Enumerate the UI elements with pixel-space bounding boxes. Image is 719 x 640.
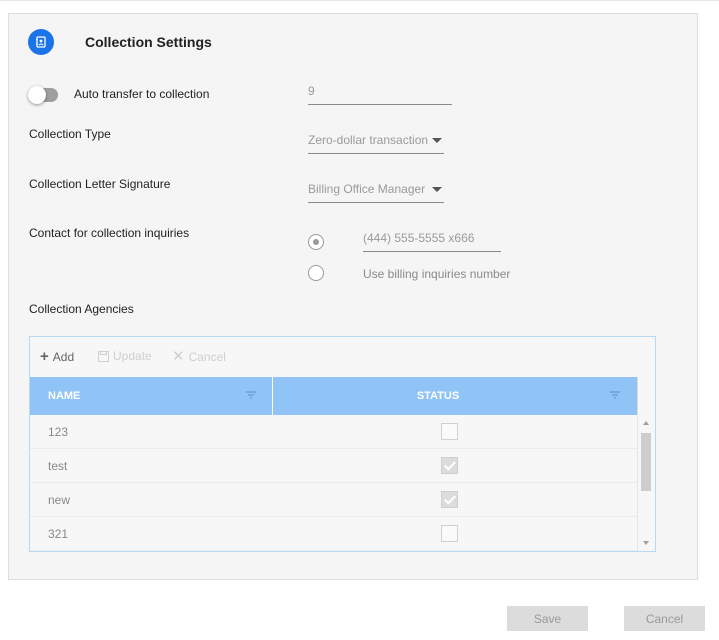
chevron-down-icon [432, 138, 442, 143]
page-title: Collection Settings [85, 34, 212, 50]
status-checkbox[interactable] [441, 525, 458, 542]
transfer-days-value: 9 [308, 84, 315, 98]
agency-name: 321 [48, 527, 69, 541]
cancel-edit-label: Cancel [188, 349, 226, 364]
letter-signature-value: Billing Office Manager [308, 182, 426, 196]
filter-icon[interactable] [246, 391, 256, 399]
table-row[interactable]: new [30, 483, 637, 517]
status-checkbox[interactable] [441, 457, 458, 474]
billing-number-label: Use billing inquiries number [363, 267, 511, 281]
scroll-up-icon[interactable] [643, 421, 649, 425]
column-name-label: NAME [48, 390, 81, 402]
cancel-edit-button[interactable]: ✕ Cancel [172, 349, 226, 364]
collection-type-label: Collection Type [29, 127, 111, 141]
table-row[interactable]: test [30, 449, 637, 483]
collection-type-select[interactable]: Zero-dollar transaction [308, 133, 444, 154]
grid-toolbar: + Add Update ✕ Cancel [30, 337, 655, 377]
save-icon [98, 350, 109, 362]
column-status-label: STATUS [416, 390, 460, 402]
plus-icon: + [40, 348, 49, 365]
update-label: Update [113, 349, 152, 363]
transfer-days-input[interactable]: 9 [308, 84, 452, 105]
table-row[interactable]: 321 [30, 517, 637, 551]
contact-label: Contact for collection inquiries [29, 226, 190, 240]
add-button[interactable]: + Add [40, 349, 74, 364]
grid-scrollbar[interactable] [637, 415, 655, 551]
top-divider [0, 0, 719, 1]
status-checkbox[interactable] [441, 423, 458, 440]
toggle-knob [28, 86, 46, 104]
status-checkbox[interactable] [441, 491, 458, 508]
agencies-grid: + Add Update ✕ Cancel NAME STATUS 123 te… [29, 336, 656, 552]
agencies-label: Collection Agencies [29, 302, 134, 316]
agency-name: new [48, 493, 71, 507]
collection-type-value: Zero-dollar transaction [308, 133, 429, 147]
cancel-button[interactable]: Cancel [624, 606, 705, 631]
save-button[interactable]: Save [507, 606, 588, 631]
column-header-name[interactable]: NAME [48, 377, 80, 415]
letter-signature-label: Collection Letter Signature [29, 177, 171, 191]
chevron-down-icon [432, 187, 442, 192]
billing-number-radio[interactable] [308, 265, 324, 281]
agency-name: test [48, 459, 68, 473]
settings-panel: Collection Settings Auto transfer to col… [8, 13, 698, 580]
update-button[interactable]: Update [98, 349, 152, 363]
header-scroll-spacer [637, 377, 655, 415]
grid-body: 123 test new 321 [30, 415, 637, 551]
scroll-thumb[interactable] [641, 433, 651, 491]
letter-signature-select[interactable]: Billing Office Manager [308, 182, 444, 203]
add-label: Add [52, 349, 75, 364]
auto-transfer-toggle[interactable] [28, 86, 58, 104]
grid-header: NAME STATUS [30, 377, 637, 415]
auto-transfer-label: Auto transfer to collection [74, 87, 210, 101]
table-row[interactable]: 123 [30, 415, 637, 449]
close-icon: ✕ [172, 348, 185, 365]
contact-phone-radio[interactable] [308, 234, 324, 250]
filter-icon[interactable] [610, 391, 620, 399]
contact-phone-input[interactable]: (444) 555-5555 x666 [363, 231, 501, 252]
scroll-down-icon[interactable] [643, 541, 649, 545]
contact-phone-value: (444) 555-5555 x666 [363, 231, 475, 245]
column-header-status[interactable]: STATUS [273, 377, 603, 415]
contact-book-icon [28, 29, 54, 55]
collection-settings-page: Collection Settings Auto transfer to col… [0, 0, 719, 640]
agency-name: 123 [48, 425, 69, 439]
